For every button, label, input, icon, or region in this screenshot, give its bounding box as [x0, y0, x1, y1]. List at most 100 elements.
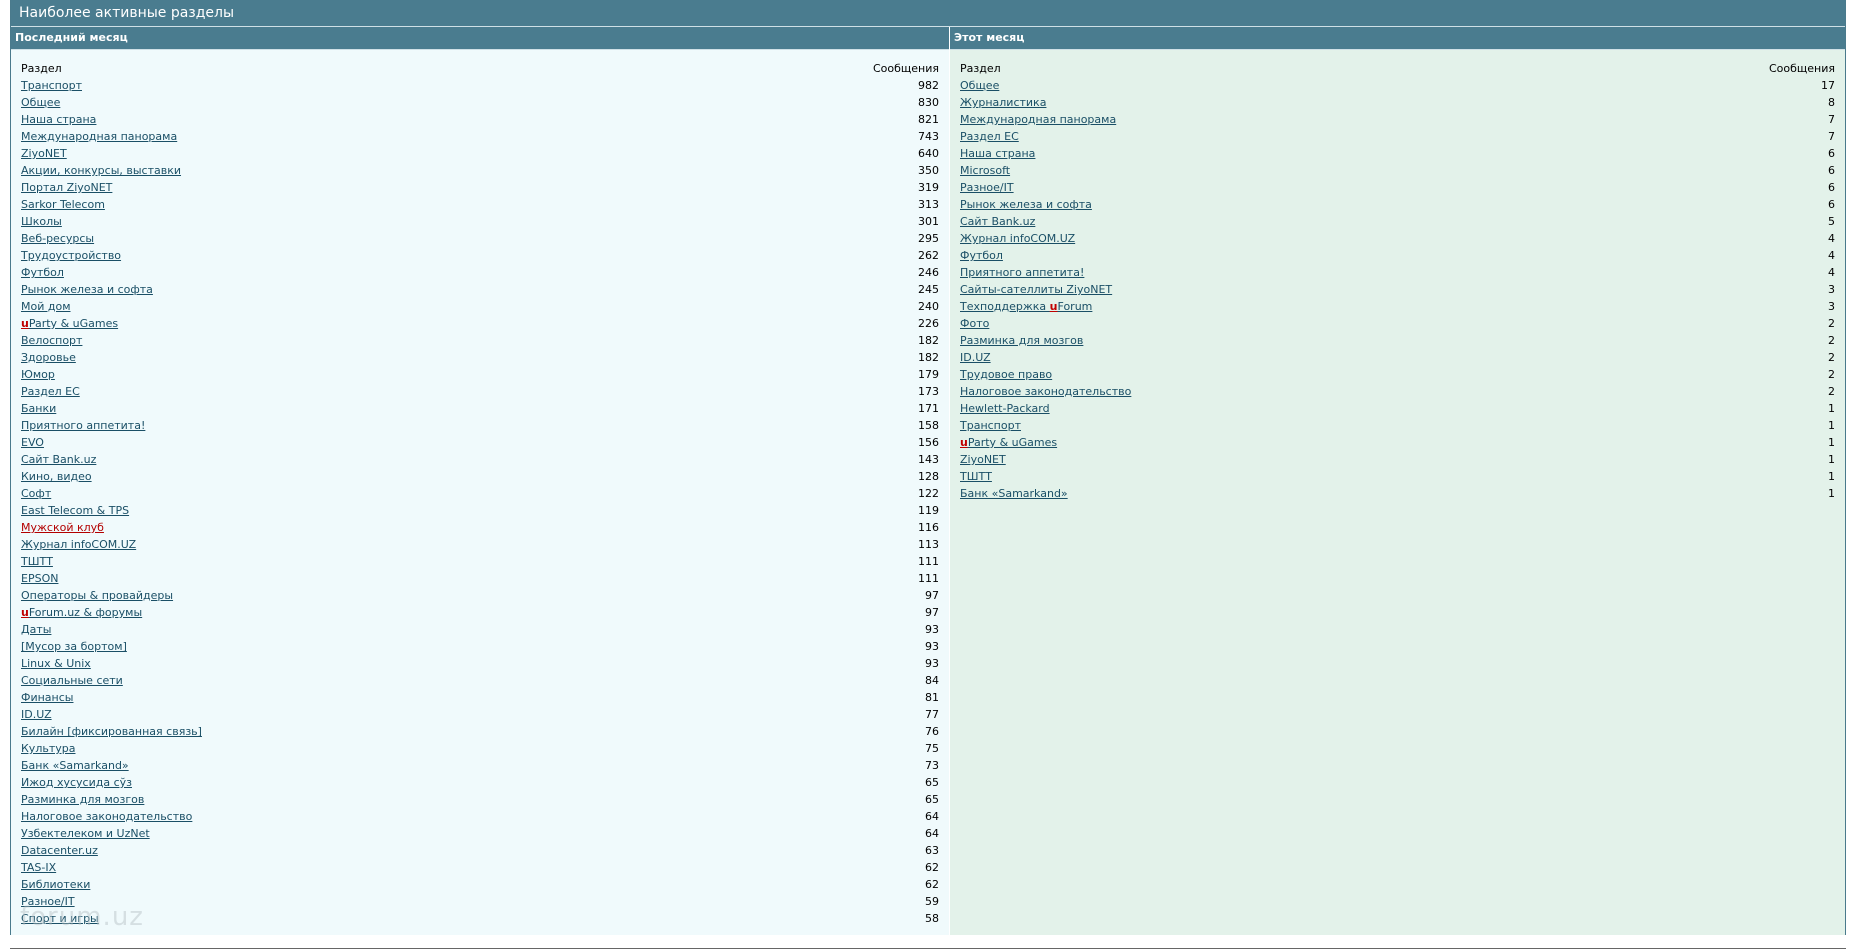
message-count: 982	[918, 79, 939, 92]
section-link[interactable]: Банк «Samarkand»	[960, 485, 1068, 502]
section-link[interactable]: uForum.uz & форумы	[21, 604, 142, 621]
message-count: 821	[918, 113, 939, 126]
message-count: 93	[925, 657, 939, 670]
section-link[interactable]: Финансы	[21, 689, 73, 706]
section-link[interactable]: Юмор	[21, 366, 55, 383]
table-row: Спорт и игры 58	[21, 910, 941, 927]
message-count: 128	[918, 470, 939, 483]
section-link[interactable]: Софт	[21, 485, 51, 502]
section-link[interactable]: Linux & Unix	[21, 655, 91, 672]
section-link[interactable]: Кино, видео	[21, 468, 92, 485]
section-link[interactable]: Раздел ЕС	[960, 128, 1019, 145]
section-link[interactable]: Операторы & провайдеры	[21, 587, 173, 604]
section-link[interactable]: Разное/IT	[21, 893, 75, 910]
section-link[interactable]: Международная панорама	[960, 111, 1116, 128]
section-link[interactable]: Фото	[960, 315, 989, 332]
section-link[interactable]: uParty & uGames	[21, 315, 118, 332]
section-link[interactable]: Разминка для мозгов	[960, 332, 1083, 349]
section-link[interactable]: Sarkor Telecom	[21, 196, 105, 213]
section-link[interactable]: Футбол	[21, 264, 64, 281]
section-link[interactable]: Библиотеки	[21, 876, 90, 893]
section-link[interactable]: Microsoft	[960, 162, 1010, 179]
section-link[interactable]: Сайты-сателлиты ZiyoNET	[960, 281, 1112, 298]
section-link[interactable]: Мой дом	[21, 298, 71, 315]
section-link[interactable]: Сайт Bank.uz	[960, 213, 1035, 230]
col-section-header: Раздел	[960, 62, 1001, 75]
section-label: Наша страна	[960, 147, 1036, 160]
section-link[interactable]: ТШТТ	[960, 468, 992, 485]
message-count: 2	[1828, 368, 1835, 381]
section-link[interactable]: Портал ZiyoNET	[21, 179, 112, 196]
section-link[interactable]: [Мусор за бортом]	[21, 638, 127, 655]
section-link[interactable]: ZiyoNET	[21, 145, 67, 162]
message-count: 4	[1828, 232, 1835, 245]
message-count: 97	[925, 589, 939, 602]
section-link[interactable]: Банк «Samarkand»	[21, 757, 129, 774]
section-link[interactable]: Разное/IT	[960, 179, 1014, 196]
section-link[interactable]: Социальные сети	[21, 672, 123, 689]
section-link[interactable]: ТШТТ	[21, 553, 53, 570]
section-link[interactable]: Даты	[21, 621, 51, 638]
section-link[interactable]: uParty & uGames	[960, 434, 1057, 451]
section-link[interactable]: Ижод хусусида сўз	[21, 774, 132, 791]
section-label: Hewlett-Packard	[960, 402, 1050, 415]
section-link[interactable]: Мужской клуб	[21, 519, 104, 536]
section-link[interactable]: Спорт и игры	[21, 910, 99, 927]
section-label: Рынок железа и софта	[21, 283, 153, 296]
section-link[interactable]: EPSON	[21, 570, 58, 587]
section-link[interactable]: TAS-IX	[21, 859, 56, 876]
section-link[interactable]: Велоспорт	[21, 332, 82, 349]
section-link[interactable]: Приятного аппетита!	[21, 417, 145, 434]
section-link[interactable]: Здоровье	[21, 349, 76, 366]
section-link[interactable]: Рынок железа и софта	[960, 196, 1092, 213]
section-link[interactable]: Налоговое законодательство	[960, 383, 1131, 400]
table-row: Налоговое законодательство 64	[21, 808, 941, 825]
section-label: EPSON	[21, 572, 59, 585]
section-link[interactable]: Культура	[21, 740, 75, 757]
section-link[interactable]: Сайт Bank.uz	[21, 451, 96, 468]
section-link[interactable]: Общее	[21, 94, 60, 111]
section-label: Социальные сети	[21, 674, 123, 687]
section-link[interactable]: Банки	[21, 400, 56, 417]
section-link[interactable]: Техподдержка uForum	[960, 298, 1092, 315]
section-link[interactable]: Datacenter.uz	[21, 842, 98, 859]
section-link[interactable]: Трудоустройство	[21, 247, 121, 264]
section-link[interactable]: Общее	[960, 77, 999, 94]
section-link[interactable]: Рынок железа и софта	[21, 281, 153, 298]
section-link[interactable]: Билайн [фиксированная связь]	[21, 723, 202, 740]
message-count: 1	[1828, 453, 1835, 466]
section-link[interactable]: Транспорт	[21, 77, 82, 94]
section-link[interactable]: Школы	[21, 213, 62, 230]
section-link[interactable]: Налоговое законодательство	[21, 808, 192, 825]
table-row: uParty & uGames 226	[21, 315, 941, 332]
section-link[interactable]: ZiyoNET	[960, 451, 1006, 468]
section-link[interactable]: Футбол	[960, 247, 1003, 264]
section-link[interactable]: East Telecom & TPS	[21, 502, 129, 519]
section-label: Раздел ЕС	[21, 385, 80, 398]
section-link[interactable]: Акции, конкурсы, выставки	[21, 162, 181, 179]
section-link[interactable]: Журнал infoCOM.UZ	[960, 230, 1075, 247]
section-label: Приятного аппетита!	[21, 419, 146, 432]
section-link[interactable]: Транспорт	[960, 417, 1021, 434]
table-row: uForum.uz & форумы 97	[21, 604, 941, 621]
section-link[interactable]: Журнал infoCOM.UZ	[21, 536, 136, 553]
section-link[interactable]: Наша страна	[21, 111, 96, 128]
message-count: 6	[1828, 164, 1835, 177]
section-link[interactable]: Журналистика	[960, 94, 1046, 111]
section-link[interactable]: Разминка для мозгов	[21, 791, 144, 808]
last-month-title: Последний месяц	[11, 27, 949, 50]
section-link[interactable]: Веб-ресурсы	[21, 230, 94, 247]
section-link[interactable]: Международная панорама	[21, 128, 177, 145]
table-row: Банк «Samarkand» 73	[21, 757, 941, 774]
section-link[interactable]: Раздел ЕС	[21, 383, 80, 400]
section-link[interactable]: Приятного аппетита!	[960, 264, 1084, 281]
section-link[interactable]: Наша страна	[960, 145, 1035, 162]
section-link[interactable]: Трудовое право	[960, 366, 1052, 383]
section-link[interactable]: Hewlett-Packard	[960, 400, 1050, 417]
section-link[interactable]: ID.UZ	[21, 706, 52, 723]
table-row: Трудоустройство 262	[21, 247, 941, 264]
message-count: 119	[918, 504, 939, 517]
section-link[interactable]: ID.UZ	[960, 349, 991, 366]
section-link[interactable]: Узбектелеком и UzNet	[21, 825, 150, 842]
section-link[interactable]: EVO	[21, 434, 44, 451]
